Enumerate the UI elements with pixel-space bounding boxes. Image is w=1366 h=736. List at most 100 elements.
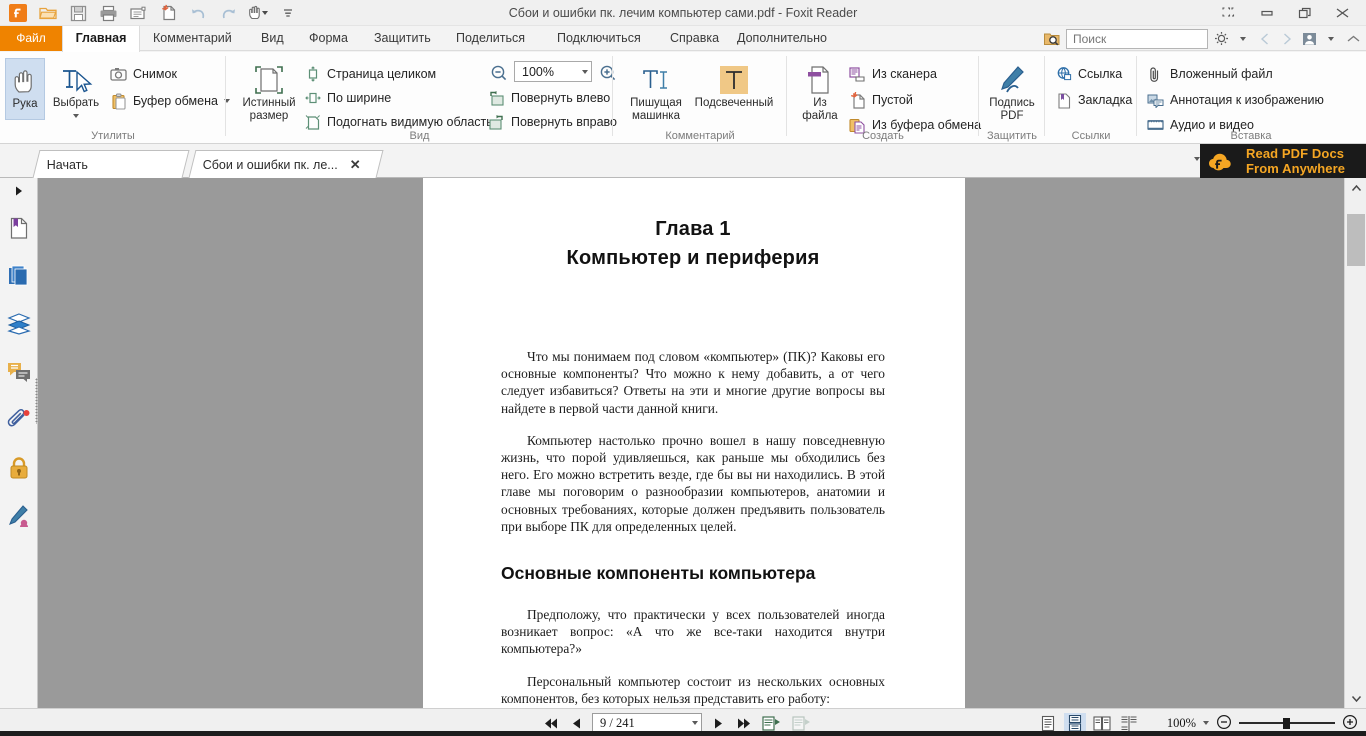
attachment-label: Вложенный файл [1170, 67, 1273, 81]
sidebar-item-bookmarks[interactable] [0, 204, 38, 252]
fullscreen-button[interactable] [1210, 0, 1248, 26]
link-button[interactable]: Ссылка [1055, 62, 1122, 86]
scroll-down-icon[interactable] [1345, 688, 1366, 708]
fit-page-button[interactable]: Страница целиком [304, 62, 436, 86]
print-icon[interactable] [94, 1, 122, 25]
undo-icon[interactable] [184, 1, 212, 25]
open-folder-icon[interactable] [34, 1, 62, 25]
sign-pdf-icon [996, 63, 1028, 97]
new-page-icon[interactable] [154, 1, 182, 25]
actual-size-button[interactable]: Истинныйразмер [238, 58, 300, 132]
document-viewport[interactable]: Глава 1 Компьютер и периферия Что мы пон… [38, 178, 1344, 708]
typewriter-button[interactable]: Пишущаямашинка [623, 58, 689, 132]
tab-connect[interactable]: Подключиться [548, 26, 650, 51]
chevron-down-icon[interactable] [1240, 37, 1246, 41]
chevron-up-icon[interactable] [1344, 29, 1362, 49]
avatar-chevron-down-icon[interactable] [1328, 37, 1334, 41]
expand-panel-arrow-icon[interactable] [0, 178, 38, 204]
side-panel-rail [0, 178, 38, 708]
from-scanner-label: Из сканера [872, 67, 937, 81]
sidebar-item-attachments[interactable] [0, 396, 38, 444]
select-tool-chevron-down-icon[interactable] [73, 114, 79, 118]
zoom-slider[interactable] [1239, 717, 1335, 729]
zoom-chevron-down-icon[interactable] [582, 70, 588, 74]
tab-home[interactable]: Главная [62, 26, 140, 52]
page-number-combobox[interactable]: 9 / 241 [592, 713, 702, 733]
hand-tool-icon[interactable] [244, 1, 272, 25]
sidebar-item-security[interactable] [0, 444, 38, 492]
doc-tab-active-label: Сбои и ошибки пк. ле... [203, 158, 338, 172]
tab-help[interactable]: Справка [661, 26, 728, 51]
tab-comment[interactable]: Комментарий [144, 26, 241, 51]
zoom-out-icon[interactable] [1216, 714, 1232, 733]
status-zoom-chevron-down-icon[interactable] [1203, 721, 1209, 725]
chevron-right-icon[interactable] [1278, 29, 1296, 49]
tab-file[interactable]: Файл [0, 26, 62, 51]
paragraph-1: Что мы понимаем под словом «компьютер» (… [501, 348, 885, 417]
facing-view-button[interactable] [1091, 713, 1113, 733]
attachment-button[interactable]: Вложенный файл [1147, 62, 1273, 86]
chapter-number: Глава 1 [501, 218, 885, 241]
gear-icon[interactable] [1212, 29, 1230, 49]
scrollbar-thumb[interactable] [1347, 214, 1365, 266]
tab-advanced[interactable]: Дополнительно [728, 26, 836, 51]
page-chevron-down-icon[interactable] [692, 721, 698, 725]
signatures-panel-icon [7, 504, 31, 528]
ribbon-group-utilities: Рука Выбрать Снимок Буфер обмена [0, 52, 226, 144]
tab-share[interactable]: Поделиться [447, 26, 534, 51]
typewriter-icon [639, 63, 673, 97]
restore-button[interactable] [1286, 0, 1324, 26]
sidebar-item-signatures[interactable] [0, 492, 38, 540]
zoom-out-button[interactable] [488, 62, 510, 84]
redo-icon[interactable] [214, 1, 242, 25]
close-button[interactable] [1324, 0, 1362, 26]
paragraph-4: Персональный компьютер состоит из нескол… [501, 673, 885, 707]
promo-banner[interactable]: Read PDF Docs From Anywhere [1200, 144, 1366, 178]
vertical-scrollbar[interactable] [1344, 178, 1366, 708]
search-folder-icon[interactable] [1042, 29, 1062, 49]
tab-protect[interactable]: Защитить [365, 26, 440, 51]
select-tool-button[interactable]: Выбрать [48, 58, 104, 132]
tab-form[interactable]: Форма [300, 26, 357, 51]
sidebar-item-layers[interactable] [0, 300, 38, 348]
window-controls [1210, 0, 1362, 26]
hand-tool-button[interactable]: Рука [5, 58, 45, 120]
user-avatar-icon[interactable] [1300, 29, 1318, 49]
bookmark-button[interactable]: Закладка [1055, 88, 1132, 112]
scroll-up-icon[interactable] [1345, 178, 1366, 198]
qat-overflow-icon[interactable] [274, 1, 302, 25]
continuous-view-button[interactable] [1064, 713, 1086, 733]
search-input-wrapper[interactable] [1066, 29, 1208, 49]
sidebar-item-page-thumbnails[interactable] [0, 252, 38, 300]
link-label: Ссылка [1078, 67, 1122, 81]
doc-tab-start[interactable]: Начать [33, 150, 190, 178]
close-icon[interactable]: ✕ [350, 157, 361, 173]
highlight-button[interactable]: Подсвеченный [691, 58, 777, 132]
zoom-in-icon[interactable] [1342, 714, 1358, 733]
zoom-slider-knob[interactable] [1283, 718, 1290, 729]
doc-tab-active[interactable]: Сбои и ошибки пк. ле... ✕ [189, 150, 384, 178]
chevron-left-icon[interactable] [1256, 29, 1274, 49]
sign-pdf-button[interactable]: ПодписьPDF [986, 58, 1038, 132]
zoom-level-combobox[interactable]: 100% [514, 61, 592, 82]
foxit-logo-icon[interactable] [4, 1, 32, 25]
single-page-view-button[interactable] [1037, 713, 1059, 733]
save-icon[interactable] [64, 1, 92, 25]
snapshot-button[interactable]: Снимок [110, 62, 177, 86]
facing-continuous-view-button[interactable] [1118, 713, 1140, 733]
email-icon[interactable] [124, 1, 152, 25]
image-annotation-button[interactable]: Аннотация к изображению [1147, 88, 1324, 112]
tab-view[interactable]: Вид [252, 26, 293, 51]
from-file-button[interactable]: Изфайла [795, 58, 845, 132]
clipboard-button[interactable]: Буфер обмена [110, 89, 230, 113]
sidebar-item-comments[interactable] [0, 348, 38, 396]
minimize-button[interactable] [1248, 0, 1286, 26]
rotate-left-button[interactable]: Повернуть влево [488, 86, 610, 110]
fit-visible-icon [304, 114, 321, 131]
attachment-icon [1147, 66, 1164, 83]
from-scanner-button[interactable]: Из сканера [849, 62, 937, 86]
search-input[interactable] [1073, 32, 1228, 46]
blank-page-button[interactable]: Пустой [849, 88, 913, 112]
fit-width-button[interactable]: По ширине [304, 86, 391, 110]
ribbon-group-comment: Пишущаямашинка Подсвеченный Комментарий [613, 52, 787, 144]
